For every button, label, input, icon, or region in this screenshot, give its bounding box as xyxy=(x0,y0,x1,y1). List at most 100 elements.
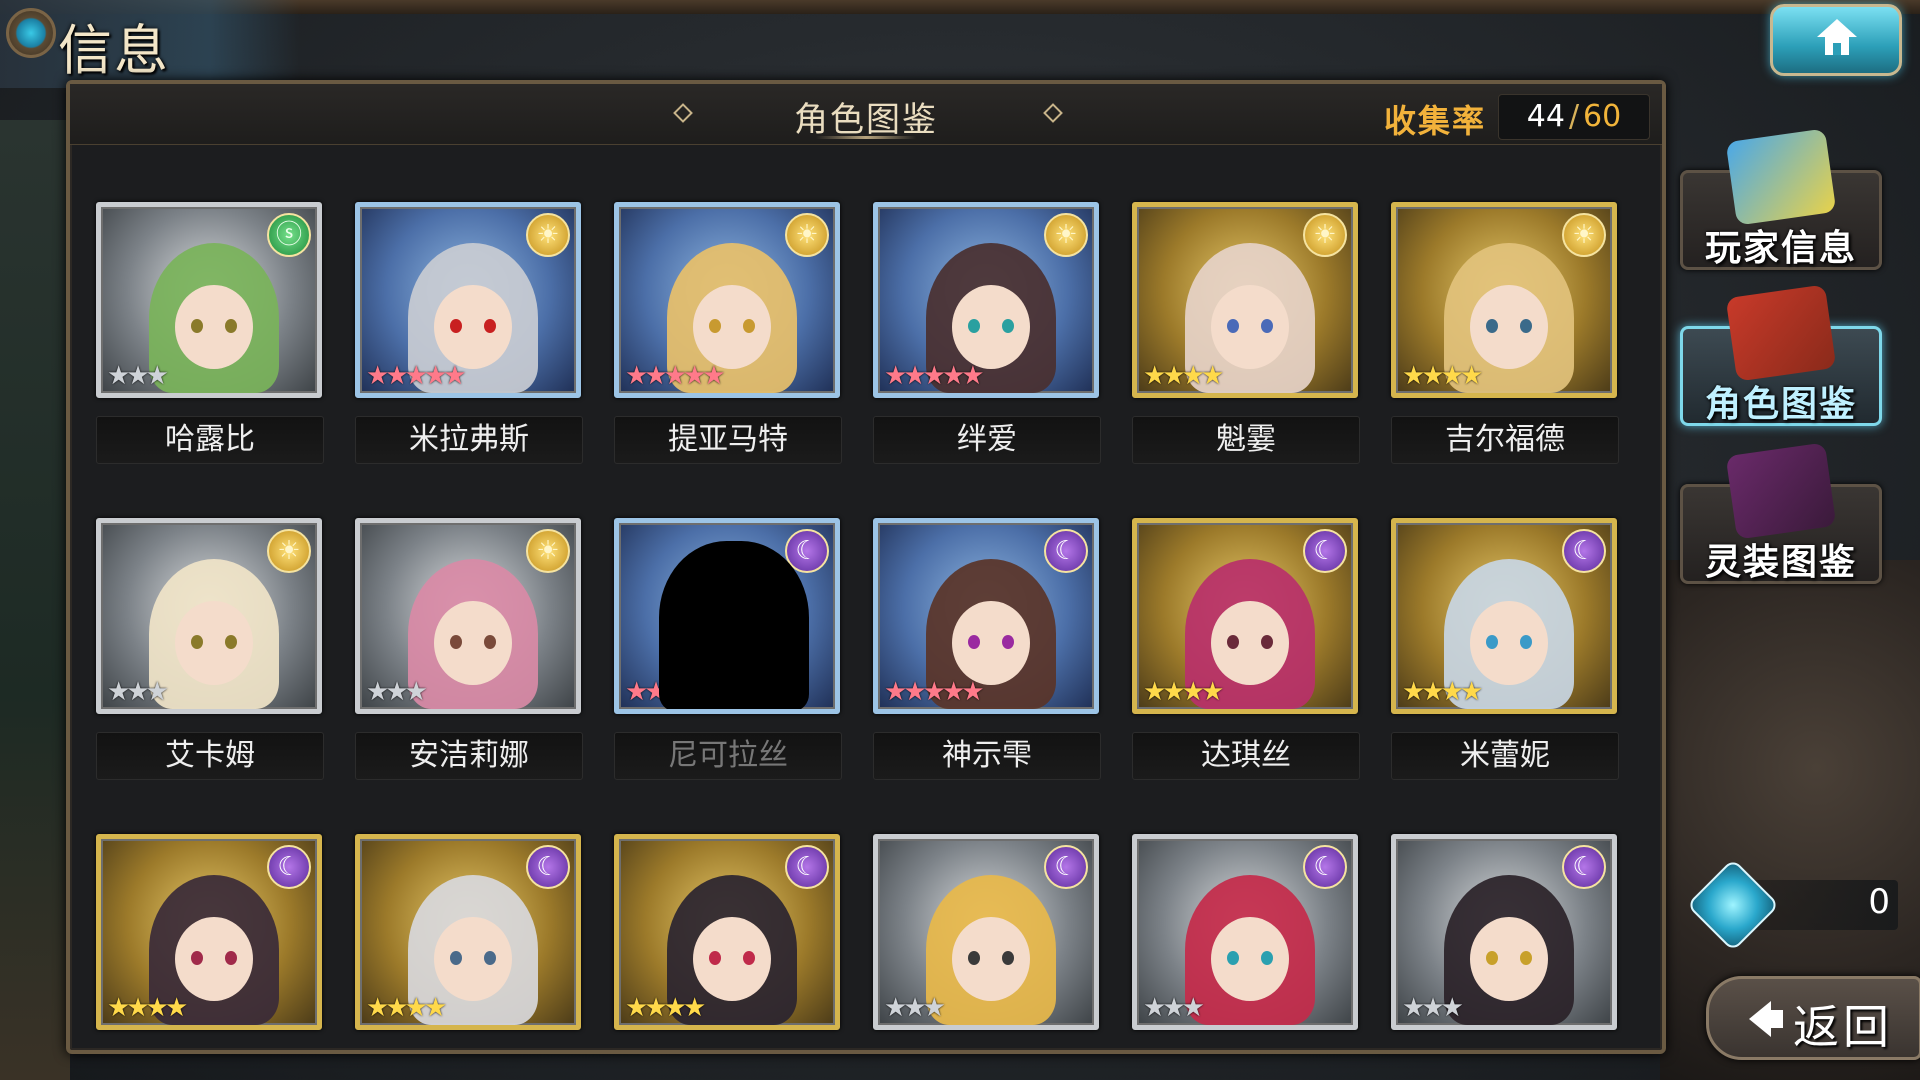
character-card[interactable]: ☀ ★★★★★ 米拉弗斯 xyxy=(355,202,583,464)
star-icon: ★ xyxy=(644,361,667,391)
rarity-stars: ★★★ xyxy=(366,677,428,707)
side-button-label: 角色图鉴 xyxy=(1704,384,1857,425)
star-icon: ★ xyxy=(903,361,926,391)
character-eye xyxy=(1486,951,1498,965)
star-icon: ★ xyxy=(366,993,389,1023)
home-button[interactable] xyxy=(1770,4,1902,76)
star-icon: ★ xyxy=(884,993,907,1023)
character-eye xyxy=(968,951,980,965)
character-portrait: ☀ ★★★★★ xyxy=(614,202,840,398)
character-eye xyxy=(225,635,237,649)
star-icon: ★ xyxy=(1421,361,1444,391)
star-icon: ★ xyxy=(1143,677,1166,707)
rarity-stars: ★★★★★ xyxy=(625,361,726,391)
moon-icon: ☾ xyxy=(1562,845,1606,889)
character-face xyxy=(952,917,1030,1001)
character-card[interactable]: ☾ ★★★ xyxy=(1132,834,1358,1030)
moon-icon: ☾ xyxy=(526,845,570,889)
star-icon: ★ xyxy=(884,677,907,707)
character-card[interactable]: ☾ ★★★★ 米蕾妮 xyxy=(1391,518,1619,780)
character-card[interactable]: ☀ ★★★ 安洁莉娜 xyxy=(355,518,583,780)
character-portrait: ☾ ★★★★★ xyxy=(614,518,840,714)
rarity-stars: ★★★ xyxy=(107,677,169,707)
character-card[interactable]: ☾ ★★★ xyxy=(1391,834,1617,1030)
star-icon: ★ xyxy=(663,993,687,1023)
character-card[interactable]: ☾ ★★★★ 达琪丝 xyxy=(1132,518,1360,780)
character-card[interactable]: ☀ ★★★★★ 绊爱 xyxy=(873,202,1101,464)
side-button-player-info[interactable]: 玩家信息 xyxy=(1680,128,1882,270)
sun-icon: ☀ xyxy=(526,213,570,257)
currency-count: 0 xyxy=(1868,882,1890,922)
character-card[interactable]: ☾ ★★★★ xyxy=(614,834,840,1030)
back-arrow-tail xyxy=(1769,1010,1783,1028)
character-eye xyxy=(743,319,755,333)
rarity-stars: ★★★★★ xyxy=(366,361,467,391)
character-eye xyxy=(1520,319,1532,333)
star-icon: ★ xyxy=(1162,677,1185,707)
star-icon: ★ xyxy=(644,993,667,1023)
character-portrait: ☀ ★★★ xyxy=(355,518,581,714)
moon-icon: ☾ xyxy=(785,529,829,573)
character-eye xyxy=(1002,635,1014,649)
star-icon: ★ xyxy=(107,361,130,391)
back-label: 返回 xyxy=(1793,1000,1893,1054)
character-card[interactable]: ☾ ★★★ xyxy=(873,834,1099,1030)
character-card[interactable]: ☾ ★★★★ xyxy=(355,834,581,1030)
star-icon: ★ xyxy=(682,677,706,707)
star-icon: ★ xyxy=(1402,993,1425,1023)
character-eye xyxy=(191,951,203,965)
character-grid: ⓢ ★★★ 哈露比 ☀ ★★★★★ 米拉弗斯 ☀ ★★★★★ 提亚马特 ☀ ★★★★★ 绊爱 ☀ ★★★★… xyxy=(96,202,1656,1042)
character-card[interactable]: ☀ ★★★★★ 提亚马特 xyxy=(614,202,842,464)
star-icon: ★ xyxy=(922,677,946,707)
character-name: 吉尔福德 xyxy=(1391,416,1619,464)
character-card[interactable]: ☀ ★★★ 艾卡姆 xyxy=(96,518,324,780)
character-name: 尼可拉丝 xyxy=(614,732,842,780)
title-underline xyxy=(816,136,916,139)
character-face xyxy=(693,917,771,1001)
collection-separator: / xyxy=(1568,99,1580,134)
character-card[interactable]: ☾ ★★★★★ 尼可拉丝 xyxy=(614,518,842,780)
character-name: 米蕾妮 xyxy=(1391,732,1619,780)
character-portrait: ☾ ★★★★★ xyxy=(873,518,1099,714)
rarity-stars: ★★★★★ xyxy=(625,677,726,707)
star-icon: ★ xyxy=(164,993,188,1023)
codex-panel: 角色图鉴 收集率 44/60 ⓢ ★★★ 哈露比 ☀ ★★★★★ 米拉弗斯 ☀ ★★★★★ 提亚… xyxy=(66,80,1666,1054)
character-card[interactable]: ☀ ★★★★ 魁霎 xyxy=(1132,202,1360,464)
character-portrait: ☾ ★★★★ xyxy=(614,834,840,1030)
character-card[interactable]: ☀ ★★★★ 吉尔福德 xyxy=(1391,202,1619,464)
star-icon: ★ xyxy=(404,677,428,707)
star-icon: ★ xyxy=(1181,993,1205,1023)
side-button-equipment-codex[interactable]: 灵装图鉴 xyxy=(1680,442,1882,584)
moon-icon: ☾ xyxy=(785,845,829,889)
star-icon: ★ xyxy=(702,361,725,391)
star-icon: ★ xyxy=(644,677,667,707)
star-icon: ★ xyxy=(941,361,965,391)
character-card[interactable]: ☾ ★★★★ xyxy=(96,834,322,1030)
side-button-character-codex[interactable]: 角色图鉴 xyxy=(1680,284,1882,426)
character-card[interactable]: ☾ ★★★★★ 神示雫 xyxy=(873,518,1101,780)
sun-icon: ☀ xyxy=(1562,213,1606,257)
character-face xyxy=(1211,285,1289,369)
rarity-stars: ★★★ xyxy=(1143,993,1205,1023)
character-eye xyxy=(484,635,496,649)
character-eye xyxy=(709,319,721,333)
rarity-stars: ★★★★ xyxy=(107,993,188,1023)
character-card[interactable]: ⓢ ★★★ 哈露比 xyxy=(96,202,324,464)
character-face xyxy=(1470,917,1548,1001)
character-name: 米拉弗斯 xyxy=(355,416,583,464)
character-eye xyxy=(1227,635,1239,649)
character-eye xyxy=(1486,635,1498,649)
side-button-label: 灵装图鉴 xyxy=(1704,542,1857,583)
star-icon: ★ xyxy=(404,361,428,391)
character-eye xyxy=(1520,951,1532,965)
moon-icon: ☾ xyxy=(1303,845,1347,889)
character-face xyxy=(175,917,253,1001)
rarity-stars: ★★★ xyxy=(884,993,946,1023)
rarity-stars: ★★★ xyxy=(1402,993,1464,1023)
character-name: 神示雫 xyxy=(873,732,1101,780)
star-icon: ★ xyxy=(1440,993,1464,1023)
star-icon: ★ xyxy=(107,677,130,707)
wind-icon: ⓢ xyxy=(267,213,311,257)
star-icon: ★ xyxy=(126,993,149,1023)
back-button[interactable]: 返回 xyxy=(1706,976,1920,1060)
